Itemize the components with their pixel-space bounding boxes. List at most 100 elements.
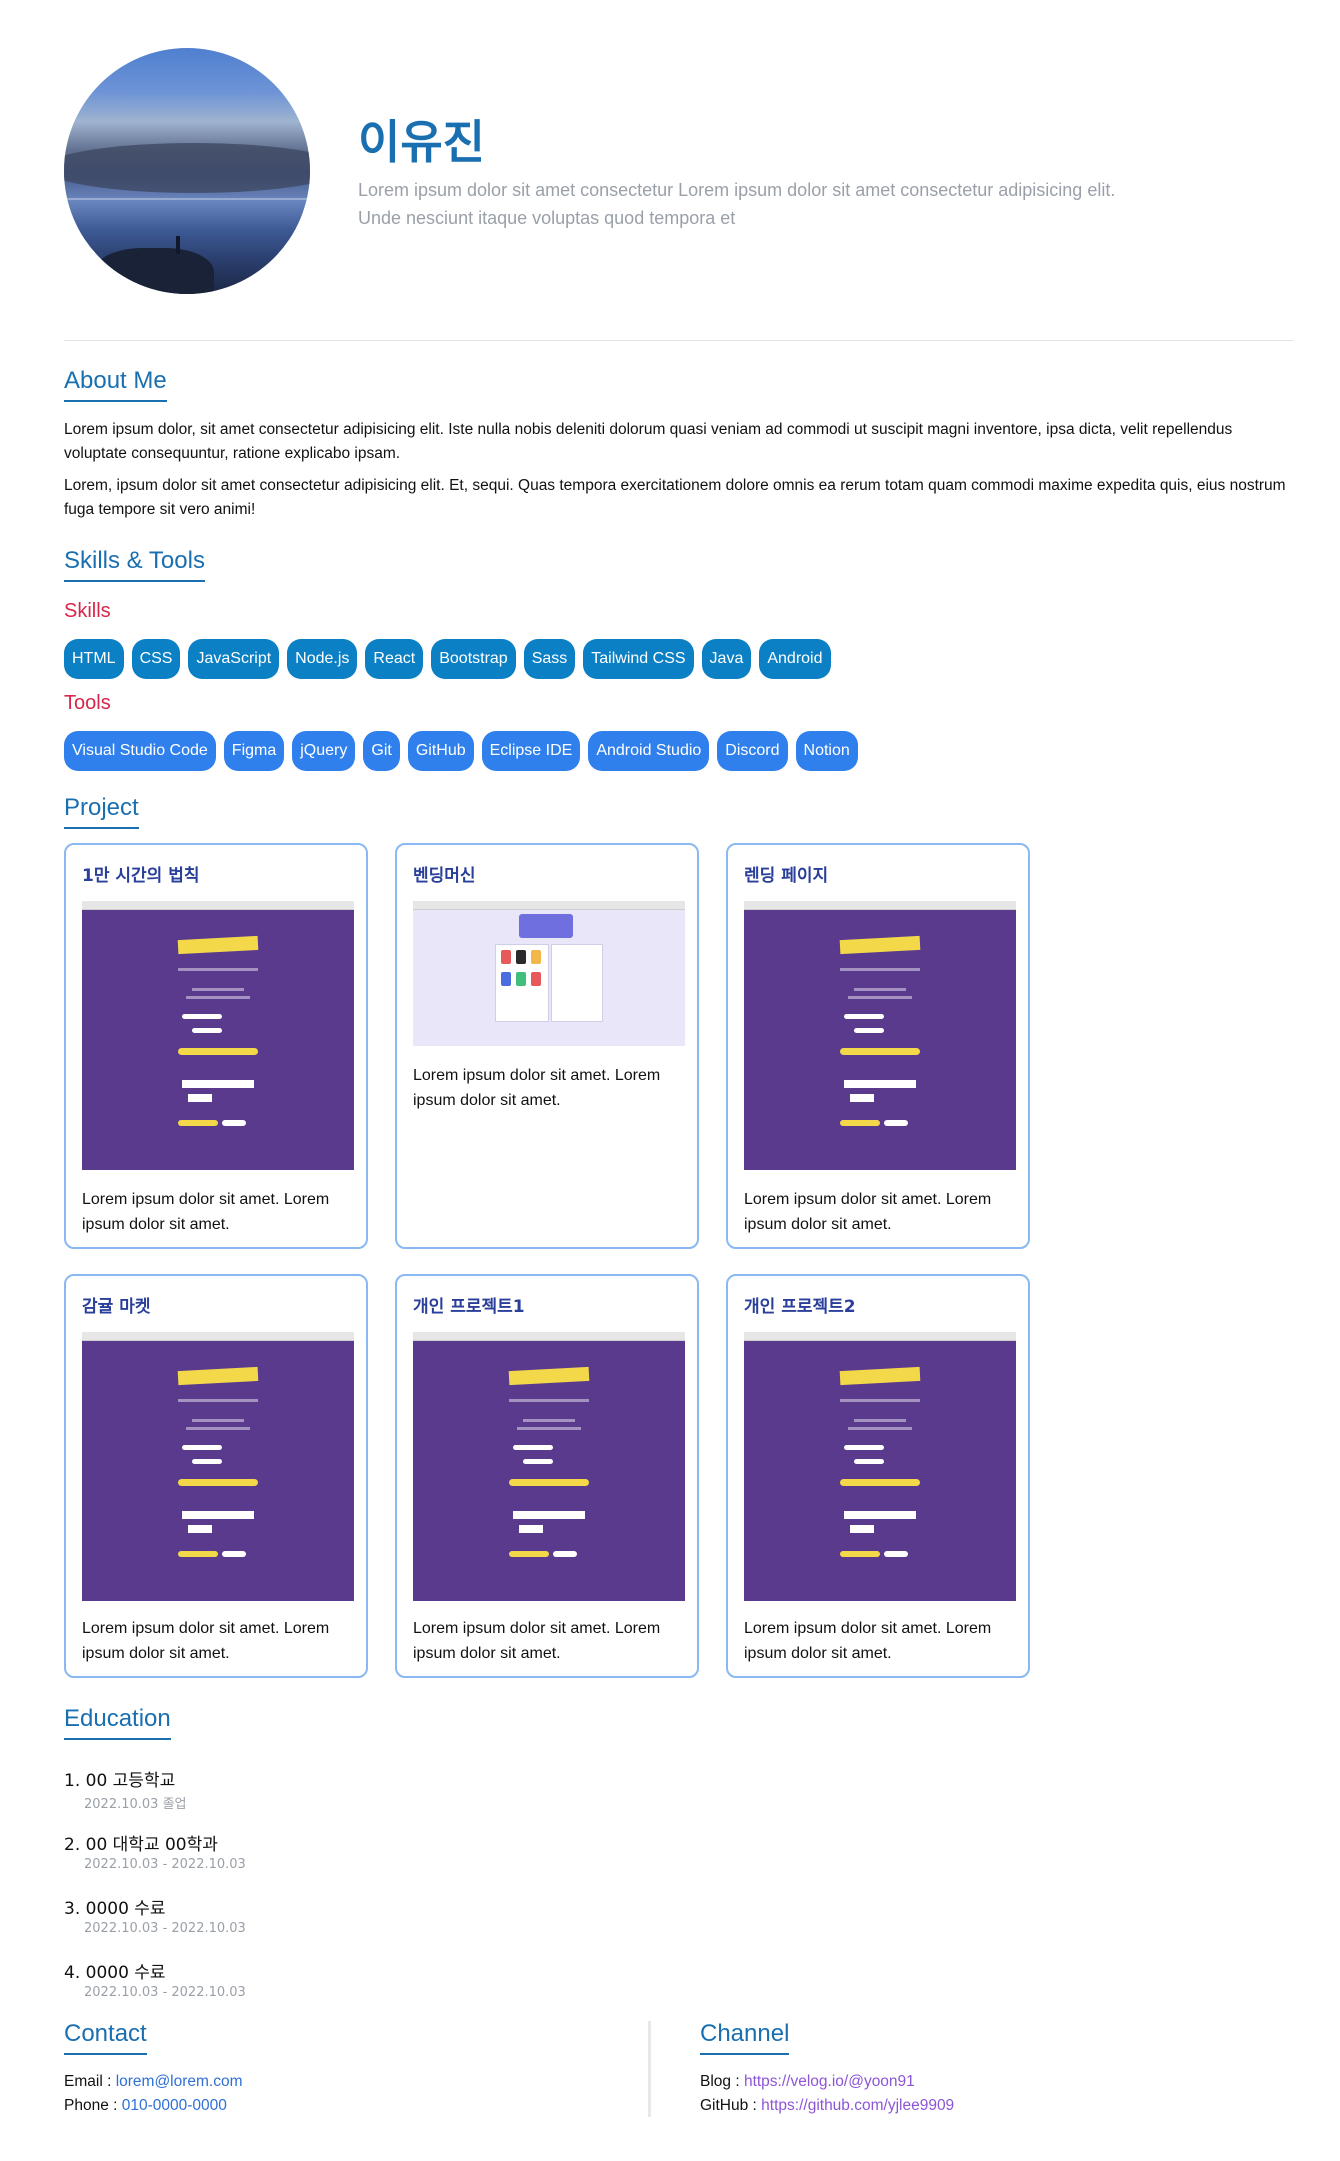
education-label: 4. 0000 수료 [64, 1963, 166, 1983]
screenshot-body [744, 1341, 1016, 1601]
project-card-desc: Lorem ipsum dolor sit amet. Lorem ipsum … [413, 1620, 661, 1662]
screenshot-line [840, 968, 920, 971]
screenshot-button [222, 1551, 246, 1557]
github-link[interactable]: https://github.com/yjlee9909 [761, 2097, 954, 2114]
screenshot-line [848, 996, 912, 999]
screenshot-heading [182, 1080, 254, 1088]
project-screenshot [413, 901, 685, 1046]
screenshot-button [884, 1551, 908, 1557]
project-card[interactable]: 개인 프로젝트1 Lorem ipsum dolor sit amet. Lor… [395, 1274, 699, 1678]
screenshot-heading [844, 1511, 916, 1519]
browser-bar [413, 901, 685, 910]
screenshot-banner [839, 1366, 921, 1386]
project-card-title[interactable]: 감귤 마켓 [82, 1292, 150, 1317]
screenshot-body [82, 910, 354, 1170]
screenshot-number [188, 1094, 212, 1102]
screenshot-input [182, 1445, 222, 1450]
about-paragraph-1: Lorem ipsum dolor, sit amet consectetur … [64, 421, 1233, 462]
channel-github-row: GitHub : https://github.com/yjlee9909 [700, 2097, 954, 2115]
phone-link[interactable]: 010-0000-0000 [122, 2097, 227, 2114]
screenshot-banner [508, 1366, 590, 1386]
education-label: 2. 00 대학교 00학과 [64, 1835, 218, 1855]
contact-channel-divider [648, 2021, 651, 2117]
skill-chip: Sass [523, 639, 576, 679]
screenshot-body [744, 910, 1016, 1170]
browser-bar [744, 901, 1016, 910]
project-card[interactable]: 벤딩머신 Lorem ipsum dolor sit amet. Lorem i… [395, 843, 699, 1249]
project-card-title[interactable]: 개인 프로젝트2 [744, 1292, 856, 1317]
browser-bar [744, 1332, 1016, 1341]
blog-label: Blog : [700, 2073, 744, 2090]
screenshot-item [516, 972, 526, 986]
browser-bar [82, 1332, 354, 1341]
screenshot-button [553, 1551, 577, 1557]
photo-pier [94, 248, 214, 294]
screenshot-item [516, 950, 526, 964]
screenshot-item [531, 972, 541, 986]
screenshot-logo [519, 914, 573, 938]
screenshot-button [178, 1048, 258, 1055]
education-label: 1. 00 고등학교 [64, 1771, 176, 1791]
contact-email-row: Email : lorem@lorem.com [64, 2073, 243, 2091]
skill-chip: Node.js [287, 639, 358, 679]
screenshot-heading [513, 1511, 585, 1519]
screenshot-button [509, 1551, 549, 1557]
screenshot-button [840, 1551, 880, 1557]
screenshot-line [186, 996, 250, 999]
screenshot-button [178, 1479, 258, 1486]
screenshot-input [513, 1445, 553, 1450]
screenshot-line [517, 1427, 581, 1430]
project-card-title[interactable]: 개인 프로젝트1 [413, 1292, 525, 1317]
skills-label: Skills [64, 600, 111, 622]
header-divider [64, 340, 1294, 341]
screenshot-line [186, 1427, 250, 1430]
screenshot-number [850, 1094, 874, 1102]
screenshot-line [192, 988, 244, 991]
screenshot-body [413, 1341, 685, 1601]
project-screenshot [82, 1332, 354, 1601]
about-title: About Me [64, 366, 167, 402]
channel-title: Channel [700, 2019, 790, 2055]
screenshot-line [178, 1399, 258, 1402]
screenshot-button [178, 1551, 218, 1557]
project-card-desc: Lorem ipsum dolor sit amet. Lorem ipsum … [744, 1620, 992, 1662]
skill-chip: React [365, 639, 424, 679]
education-date: 2022.10.03 졸업 [84, 1797, 187, 1812]
screenshot-line [509, 1399, 589, 1402]
screenshot-item [501, 950, 511, 964]
project-card[interactable]: 감귤 마켓 Lorem ipsum dolor sit amet. Lorem … [64, 1274, 368, 1678]
project-card-title[interactable]: 1만 시간의 법칙 [82, 861, 200, 886]
skill-chip: Java [701, 639, 752, 679]
screenshot-number [850, 1525, 874, 1533]
tool-chip: Git [363, 731, 400, 771]
project-card[interactable]: 렌딩 페이지 Lorem ipsum dolor sit amet. Lorem… [726, 843, 1030, 1249]
screenshot-input [854, 1459, 884, 1464]
screenshot-number [519, 1525, 543, 1533]
project-card[interactable]: 개인 프로젝트2 Lorem ipsum dolor sit amet. Lor… [726, 1274, 1030, 1678]
profile-header: 이유진 Lorem ipsum dolor sit amet consectet… [64, 48, 1294, 298]
blog-link[interactable]: https://velog.io/@yoon91 [744, 2073, 915, 2090]
screenshot-input [523, 1459, 553, 1464]
tool-chip: GitHub [407, 731, 474, 771]
browser-bar [82, 901, 354, 910]
tool-chip: Notion [795, 731, 858, 771]
education-date: 2022.10.03 - 2022.10.03 [84, 1857, 246, 1872]
project-card[interactable]: 1만 시간의 법칙 Lorem ipsum dolor sit amet. Lo… [64, 843, 368, 1249]
skills-tools-title: Skills & Tools [64, 546, 205, 582]
screenshot-line [854, 988, 906, 991]
screenshot-line [854, 1419, 906, 1422]
project-card-title[interactable]: 벤딩머신 [413, 861, 476, 886]
skill-chip: Android [759, 639, 831, 679]
project-screenshot [744, 1332, 1016, 1601]
screenshot-body [413, 910, 685, 1046]
email-link[interactable]: lorem@lorem.com [116, 2073, 243, 2090]
screenshot-body [82, 1341, 354, 1601]
browser-bar [413, 1332, 685, 1341]
project-card-title[interactable]: 렌딩 페이지 [744, 861, 828, 886]
screenshot-item [501, 972, 511, 986]
screenshot-banner [177, 1366, 259, 1386]
screenshot-heading [844, 1080, 916, 1088]
screenshot-heading [182, 1511, 254, 1519]
screenshot-number [188, 1525, 212, 1533]
photo-horizon [64, 198, 310, 200]
